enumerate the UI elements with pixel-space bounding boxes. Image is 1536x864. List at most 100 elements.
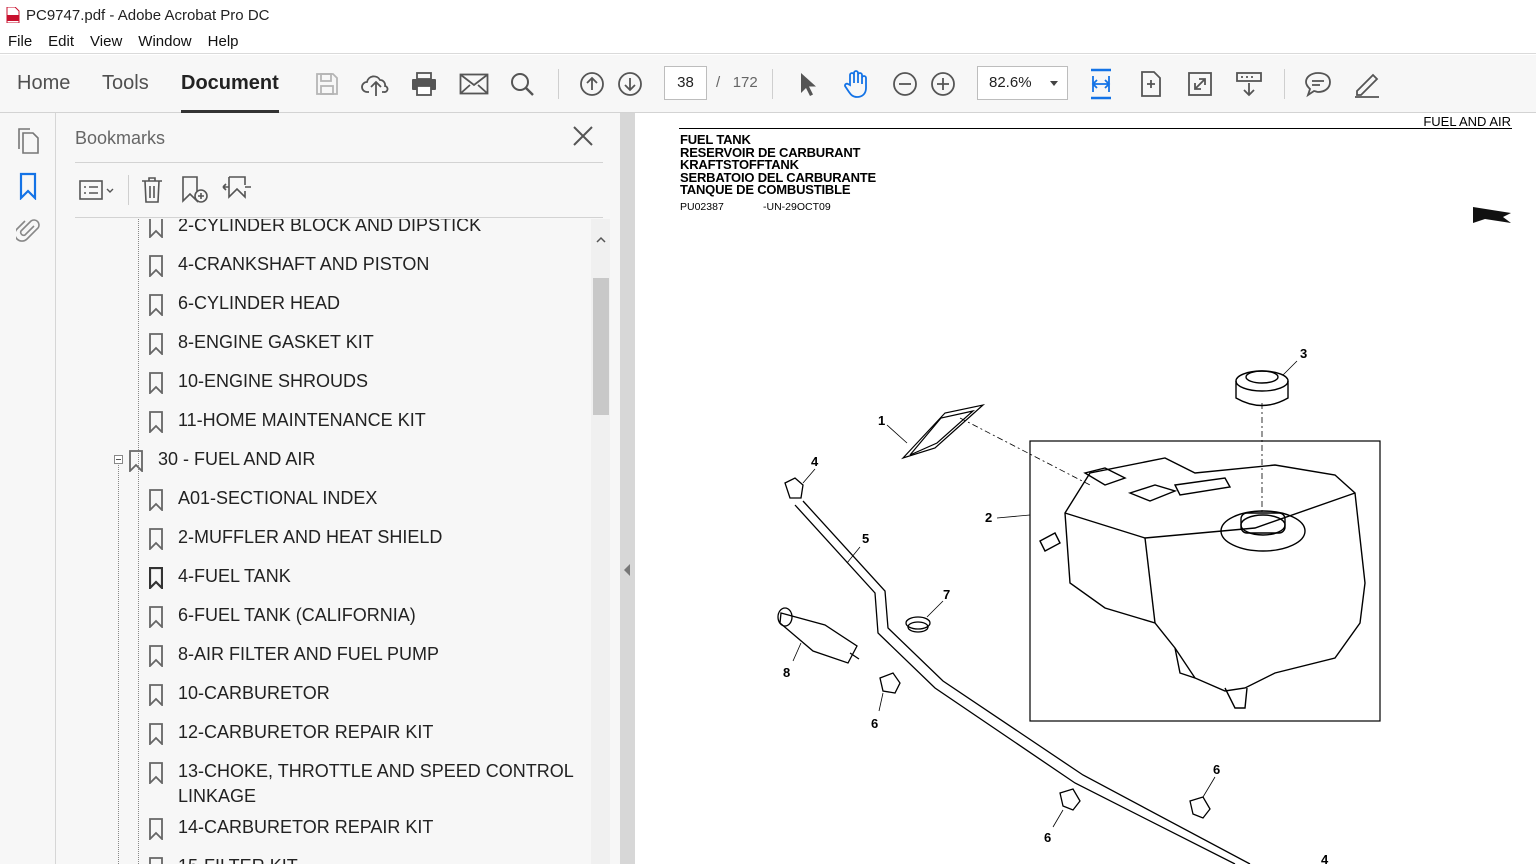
zoom-level-select[interactable]: 82.6% bbox=[977, 66, 1068, 100]
print-icon[interactable] bbox=[407, 67, 441, 101]
expand-bookmark-icon[interactable] bbox=[220, 175, 254, 205]
bookmark-label: 12-CARBURETOR REPAIR KIT bbox=[178, 722, 434, 742]
options-list-icon[interactable] bbox=[76, 175, 118, 205]
bookmark-label: 2-MUFFLER AND HEAT SHIELD bbox=[178, 527, 443, 547]
bookmark-label: 4-FUEL TANK bbox=[178, 566, 291, 586]
bookmark-icon bbox=[149, 255, 163, 279]
navigation-rail bbox=[0, 113, 56, 864]
fuel-filter-part bbox=[777, 607, 860, 664]
callout-2: 2 bbox=[985, 510, 992, 525]
menu-help[interactable]: Help bbox=[200, 33, 247, 50]
save-icon[interactable] bbox=[310, 67, 344, 101]
pdf-file-icon bbox=[6, 6, 20, 24]
toolbar-divider bbox=[772, 69, 773, 99]
page-up-icon[interactable] bbox=[575, 67, 609, 101]
bookmark-icon bbox=[149, 762, 163, 786]
collapse-toggle-icon[interactable] bbox=[114, 455, 123, 464]
page-number-input[interactable]: 38 bbox=[664, 66, 707, 100]
bookmark-label: 8-AIR FILTER AND FUEL PUMP bbox=[178, 644, 440, 664]
hose-clamp-part bbox=[784, 477, 1211, 819]
bookmarks-icon[interactable] bbox=[14, 172, 42, 200]
toolbar-divider bbox=[128, 175, 129, 205]
bookmark-label: A01-SECTIONAL INDEX bbox=[178, 488, 378, 508]
toolbar-divider bbox=[1284, 69, 1285, 99]
page-total: / 172 bbox=[716, 74, 758, 91]
bookmark-label: 6-CYLINDER HEAD bbox=[178, 293, 341, 313]
toolbar-divider bbox=[558, 69, 559, 99]
bookmark-label: 8-ENGINE GASKET KIT bbox=[178, 332, 374, 352]
bookmark-icon bbox=[149, 294, 163, 318]
menu-edit[interactable]: Edit bbox=[40, 33, 82, 50]
full-screen-icon[interactable] bbox=[1183, 67, 1217, 101]
bookmark-label: 13-CHOKE, THROTTLE AND SPEED CONTROL bbox=[178, 761, 574, 781]
upload-cloud-icon[interactable] bbox=[359, 67, 393, 101]
pages-icon[interactable] bbox=[14, 127, 42, 155]
menu-bar: File Edit View Window Help bbox=[0, 30, 1536, 54]
menu-file[interactable]: File bbox=[0, 33, 40, 50]
bookmark-icon bbox=[149, 723, 163, 747]
attachments-icon[interactable] bbox=[14, 216, 42, 244]
hand-tool-icon[interactable] bbox=[839, 67, 873, 101]
callout-1: 1 bbox=[878, 413, 885, 428]
fit-page-icon[interactable] bbox=[1134, 67, 1168, 101]
bookmark-label-continued: LINKAGE bbox=[178, 786, 257, 806]
callout-6: 6 bbox=[1044, 830, 1051, 845]
collapse-panel-icon[interactable] bbox=[624, 564, 630, 576]
bookmark-icon bbox=[148, 566, 164, 591]
tree-guide-line bbox=[138, 219, 139, 864]
bookmark-label: 4-CRANKSHAFT AND PISTON bbox=[178, 254, 430, 274]
zoom-out-icon[interactable] bbox=[888, 67, 922, 101]
email-icon[interactable] bbox=[457, 67, 491, 101]
callout-6: 6 bbox=[1213, 762, 1220, 777]
panel-divider bbox=[75, 217, 603, 218]
bookmark-label: 14-CARBURETOR REPAIR KIT bbox=[178, 817, 434, 837]
grommet-part bbox=[905, 616, 931, 633]
tree-guide-line bbox=[118, 459, 119, 864]
scroll-thumb[interactable] bbox=[593, 278, 609, 415]
menu-window[interactable]: Window bbox=[130, 33, 199, 50]
comment-icon[interactable] bbox=[1301, 67, 1335, 101]
bookmark-label: 30 - FUEL AND AIR bbox=[158, 449, 316, 469]
search-icon[interactable] bbox=[505, 67, 539, 101]
panel-splitter[interactable] bbox=[620, 113, 635, 864]
tank-detail-frame bbox=[1029, 440, 1381, 722]
read-mode-icon[interactable] bbox=[1232, 67, 1266, 101]
bookmark-icon bbox=[129, 450, 143, 474]
bookmark-icon bbox=[149, 606, 163, 630]
window-title: PC9747.pdf - Adobe Acrobat Pro DC bbox=[26, 6, 270, 24]
callout-4: 4 bbox=[1321, 852, 1329, 864]
zoom-in-icon[interactable] bbox=[926, 67, 960, 101]
bookmark-label: 10-CARBURETOR bbox=[178, 683, 330, 703]
bookmark-icon bbox=[149, 219, 163, 240]
delete-icon[interactable] bbox=[138, 175, 166, 205]
tab-home[interactable]: Home bbox=[17, 55, 70, 113]
bookmark-label: 10-ENGINE SHROUDS bbox=[178, 371, 369, 391]
sign-pen-icon[interactable] bbox=[1350, 67, 1384, 101]
new-bookmark-icon[interactable] bbox=[180, 175, 210, 205]
fuel-tank-part bbox=[1039, 457, 1366, 709]
panel-divider bbox=[75, 162, 603, 163]
fit-width-icon[interactable] bbox=[1084, 67, 1118, 101]
menu-view[interactable]: View bbox=[82, 33, 130, 50]
bookmark-icon bbox=[149, 528, 163, 552]
callout-4: 4 bbox=[811, 454, 819, 469]
gasket-part bbox=[901, 403, 986, 460]
bookmark-icon bbox=[149, 857, 163, 864]
bookmarks-header: Bookmarks bbox=[75, 128, 166, 148]
bookmark-label: 6-FUEL TANK (CALIFORNIA) bbox=[178, 605, 416, 625]
tab-document[interactable]: Document bbox=[181, 55, 279, 113]
close-icon[interactable] bbox=[572, 125, 594, 152]
bookmark-icon bbox=[149, 372, 163, 396]
select-pointer-icon[interactable] bbox=[790, 67, 824, 101]
bookmark-icon bbox=[149, 684, 163, 708]
parts-diagram: 1 2 3 4 5 7 8 6 6 6 4 bbox=[777, 346, 1381, 864]
bookmark-icon bbox=[149, 333, 163, 357]
bookmark-icon bbox=[149, 411, 163, 435]
scroll-up-icon[interactable] bbox=[596, 231, 606, 249]
page-down-icon[interactable] bbox=[613, 67, 647, 101]
document-view[interactable]: FUEL AND AIR FUEL TANK RESERVOIR DE CARB… bbox=[635, 113, 1536, 864]
bookmark-label: 2-CYLINDER BLOCK AND DIPSTICK bbox=[178, 219, 482, 235]
callout-5: 5 bbox=[862, 531, 869, 546]
tab-tools[interactable]: Tools bbox=[102, 55, 149, 113]
callout-7: 7 bbox=[943, 587, 950, 602]
